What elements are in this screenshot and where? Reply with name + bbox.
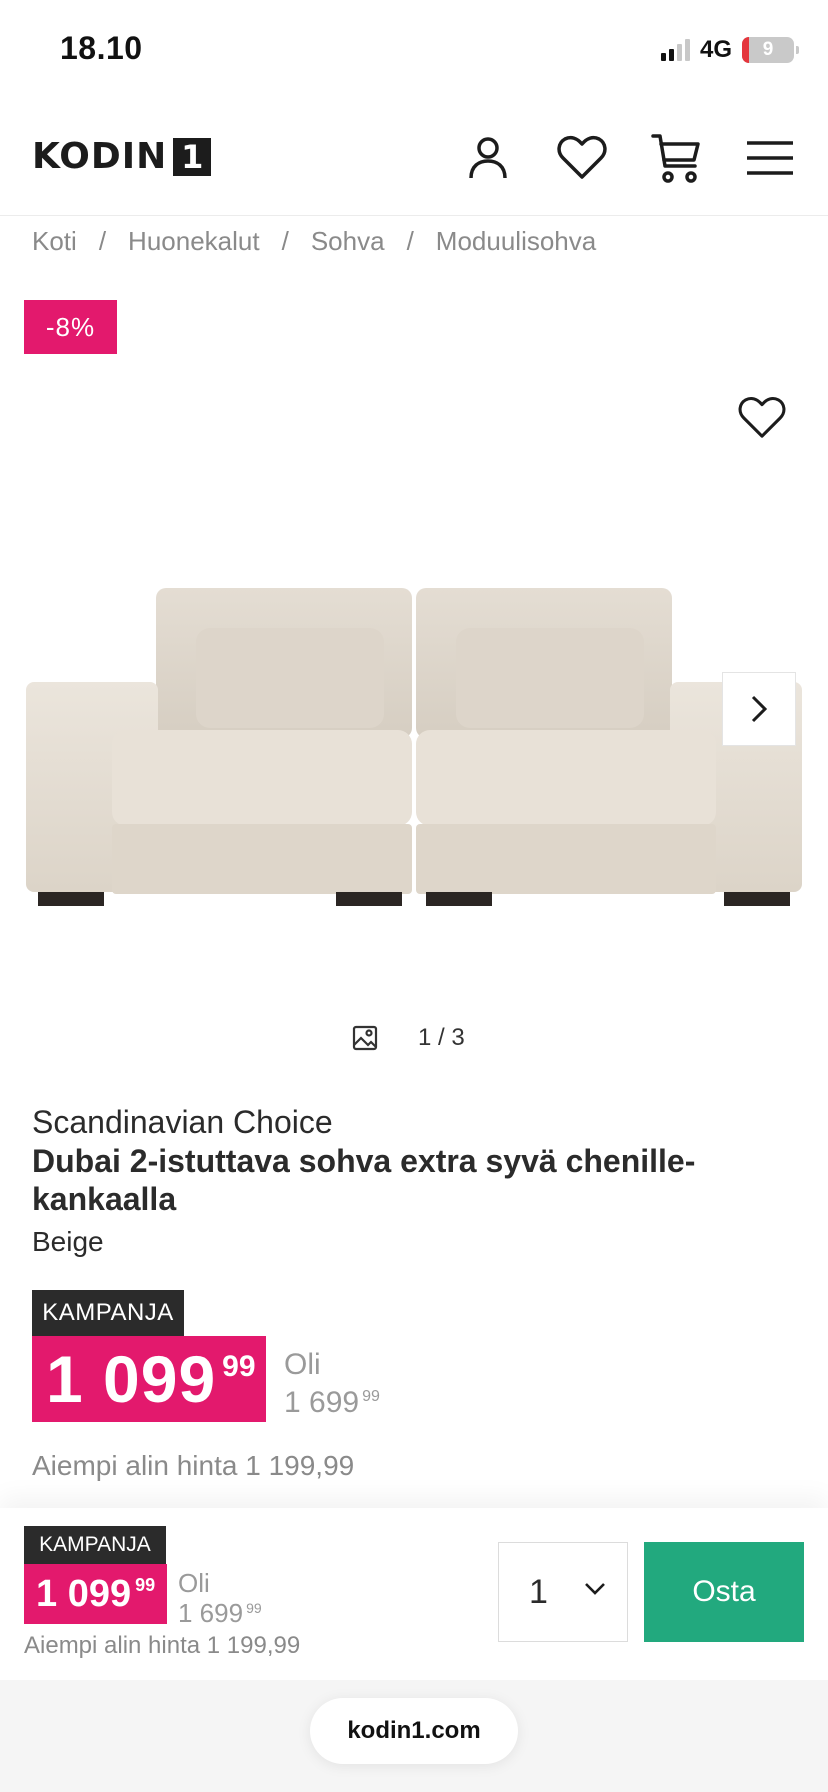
breadcrumb-item-koti[interactable]: Koti	[32, 226, 77, 257]
sticky-old-price-main: 1 699	[178, 1598, 244, 1628]
header-actions	[460, 130, 798, 186]
product-brand[interactable]: Scandinavian Choice	[32, 1104, 333, 1141]
breadcrumb-item-huonekalut[interactable]: Huonekalut	[128, 226, 260, 257]
sticky-old-price: 1 699 99	[178, 1598, 262, 1629]
site-header: KODIN 1	[0, 110, 828, 216]
chevron-right-icon	[751, 695, 768, 723]
account-icon[interactable]	[460, 130, 516, 186]
battery-icon: 9	[742, 37, 799, 63]
cart-icon[interactable]	[648, 130, 704, 186]
old-price: 1 699 99	[284, 1386, 380, 1420]
breadcrumb: Koti / Huonekalut / Sohva / Moduulisohva	[32, 226, 596, 257]
quantity-value: 1	[529, 1572, 548, 1611]
menu-icon[interactable]	[742, 130, 798, 186]
quantity-select[interactable]: 1	[498, 1542, 628, 1642]
price-cents: 99	[222, 1350, 256, 1383]
sticky-old-price-cents: 99	[246, 1600, 262, 1616]
add-to-wishlist-icon[interactable]	[736, 394, 788, 442]
chevron-down-icon	[585, 1583, 605, 1595]
price-main: 1 099	[46, 1342, 217, 1416]
sticky-campaign-label: KAMPANJA	[24, 1526, 166, 1564]
gallery-counter: 1 / 3	[352, 1024, 465, 1052]
status-indicators: 4G 9	[660, 36, 799, 64]
breadcrumb-separator: /	[281, 226, 289, 256]
old-price-main: 1 699	[284, 1386, 360, 1419]
product-variant: Beige	[32, 1226, 104, 1257]
discount-badge: -8%	[24, 300, 117, 354]
buy-button[interactable]: Osta	[644, 1542, 804, 1642]
breadcrumb-separator: /	[406, 226, 414, 256]
kodin1-logo[interactable]: KODIN 1	[32, 136, 212, 177]
product-title: Dubai 2-istuttava sohva extra syvä cheni…	[32, 1143, 696, 1217]
signal-icon	[660, 39, 690, 61]
gallery-next-button[interactable]	[722, 672, 796, 746]
campaign-label: KAMPANJA	[32, 1290, 184, 1336]
status-bar: 18.10 4G 9	[0, 0, 828, 100]
image-icon	[352, 1025, 378, 1051]
address-bar[interactable]: kodin1.com	[310, 1698, 518, 1764]
heart-icon[interactable]	[554, 130, 610, 186]
breadcrumb-separator: /	[98, 226, 107, 256]
sticky-previous-lowest-price: Aiempi alin hinta 1 199,99	[24, 1632, 301, 1659]
sticky-price-main: 1 099	[36, 1573, 132, 1615]
old-price-label: Oli	[284, 1348, 321, 1381]
sticky-price-cents: 99	[135, 1575, 156, 1595]
network-type: 4G	[699, 36, 732, 63]
battery-level: 9	[762, 39, 774, 60]
status-time: 18.10	[60, 30, 143, 66]
breadcrumb-item-moduulisohva[interactable]: Moduulisohva	[436, 226, 596, 257]
breadcrumb-item-sohva[interactable]: Sohva	[311, 226, 385, 257]
price-box: 1 099 99	[32, 1336, 266, 1422]
old-price-cents: 99	[362, 1388, 380, 1405]
product-image[interactable]	[24, 586, 804, 916]
logo-number: 1	[173, 137, 212, 176]
logo-text: KODIN	[32, 136, 168, 177]
sticky-old-price-label: Oli	[178, 1568, 210, 1598]
sticky-purchase-bar: KAMPANJA 1 099 99 Oli 1 699 99 Aiempi al…	[0, 1508, 828, 1698]
gallery-counter-text: 1 / 3	[418, 1024, 465, 1051]
previous-lowest-price: Aiempi alin hinta 1 199,99	[32, 1450, 355, 1481]
sticky-price-box: 1 099 99	[24, 1564, 167, 1624]
